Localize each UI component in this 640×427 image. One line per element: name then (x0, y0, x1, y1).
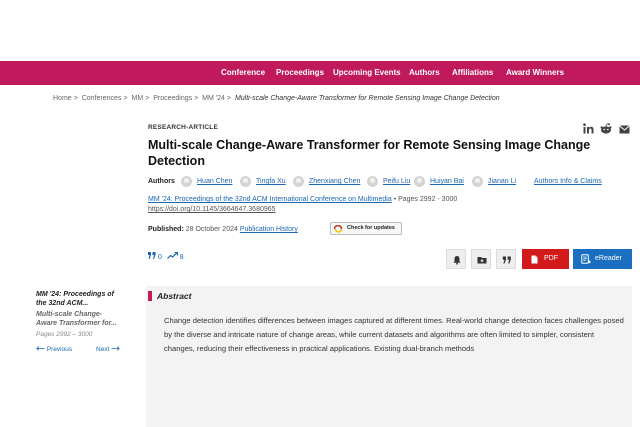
check-updates-icon (333, 224, 343, 233)
next-label: Next (96, 346, 110, 353)
author-name[interactable]: Zhenxiang Chen (309, 178, 360, 185)
author-name[interactable]: Tingfa Xu (256, 178, 286, 185)
breadcrumb-proceedings[interactable]: Proceedings (153, 95, 192, 102)
sidebar-article-title: Multi-scale Change-Aware Transformer for… (36, 311, 117, 327)
author-name[interactable]: Peifu Liu (383, 178, 410, 185)
breadcrumb-mm24[interactable]: MM '24 (202, 95, 225, 102)
avatar (293, 176, 304, 187)
alert-button[interactable] (446, 249, 466, 269)
doi-link[interactable]: https://doi.org/10.1145/3664647.3680965 (148, 206, 276, 213)
nav-award-winners[interactable]: Award Winners (506, 61, 564, 85)
abstract-accent-bar (148, 291, 152, 301)
pdf-label: PDF (544, 255, 558, 262)
pdf-button[interactable]: PDF (522, 249, 569, 269)
published-date: 28 October 2024 (185, 226, 238, 233)
breadcrumb-separator: > (145, 95, 150, 102)
sidebar-pages: Pages 2992 – 3000 (36, 331, 93, 338)
top-navbar: Conference Proceedings Upcoming Events A… (0, 61, 640, 85)
trend-icon (166, 251, 180, 261)
email-icon[interactable] (619, 121, 630, 139)
breadcrumb-conferences[interactable]: Conferences (82, 95, 122, 102)
breadcrumb-separator: > (123, 95, 128, 102)
previous-label: Previous (46, 346, 73, 353)
metrics: 0 8 (148, 251, 184, 261)
citation-count[interactable]: 0 (158, 254, 162, 261)
cite-button[interactable] (496, 249, 516, 269)
arrow-left-icon (36, 346, 47, 353)
published-line: Published: 28 October 2024 Publication H… (148, 226, 298, 233)
pages-text: • Pages 2992 - 3000 (393, 196, 458, 203)
author-name[interactable]: Huiyan Bai (430, 178, 464, 185)
nav-affiliations[interactable]: Affiliations (452, 61, 493, 85)
article-title: Multi-scale Change-Aware Transformer for… (148, 138, 591, 168)
avatar (181, 176, 192, 187)
breadcrumb-separator: > (73, 95, 78, 102)
next-article-link[interactable]: Next (96, 346, 120, 353)
breadcrumb-current: Multi-scale Change-Aware Transformer for… (234, 95, 500, 102)
avatar (414, 176, 425, 187)
abstract-text: Change detection identifies differences … (164, 316, 624, 353)
ereader-button[interactable]: eReader (573, 249, 632, 269)
abstract-panel (146, 286, 632, 427)
venue-line: MM '24: Proceedings of the 32nd ACM Inte… (148, 196, 457, 203)
avatar (367, 176, 378, 187)
avatar (472, 176, 483, 187)
article-type: RESEARCH-ARTICLE (148, 124, 219, 131)
avatar (240, 176, 251, 187)
abstract-heading: Abstract (157, 291, 192, 301)
download-count[interactable]: 8 (180, 254, 184, 261)
nav-conference[interactable]: Conference (221, 61, 265, 85)
previous-article-link[interactable]: Previous (36, 346, 72, 353)
author-name[interactable]: Jianan Li (488, 178, 516, 185)
arrow-right-icon (111, 346, 120, 353)
breadcrumb: Home > Conferences > MM > Proceedings > MM '… (53, 95, 502, 102)
breadcrumb-separator: > (226, 95, 231, 102)
breadcrumb-mm[interactable]: MM (131, 95, 143, 102)
check-for-updates-button[interactable]: Check for updates (330, 222, 402, 235)
authors-label: Authors (148, 178, 175, 185)
nav-authors[interactable]: Authors (409, 61, 440, 85)
add-to-binder-button[interactable] (471, 249, 491, 269)
breadcrumb-home[interactable]: Home (53, 95, 72, 102)
ereader-label: eReader (595, 255, 622, 262)
check-updates-label: Check for updates (347, 225, 395, 231)
authors-info-link[interactable]: Authors Info & Claims (534, 178, 602, 185)
sidebar-venue-link[interactable]: MM '24: Proceedings of the 32nd ACM... (36, 290, 122, 308)
citation-icon (148, 252, 158, 261)
publication-history-link[interactable]: Publication History (240, 226, 298, 233)
nav-proceedings[interactable]: Proceedings (276, 61, 324, 85)
venue-link[interactable]: MM '24: Proceedings of the 32nd ACM Inte… (148, 196, 392, 203)
author-name[interactable]: Huan Chen (197, 178, 232, 185)
nav-upcoming-events[interactable]: Upcoming Events (333, 61, 401, 85)
breadcrumb-separator: > (194, 95, 199, 102)
published-label: Published: (148, 226, 184, 233)
